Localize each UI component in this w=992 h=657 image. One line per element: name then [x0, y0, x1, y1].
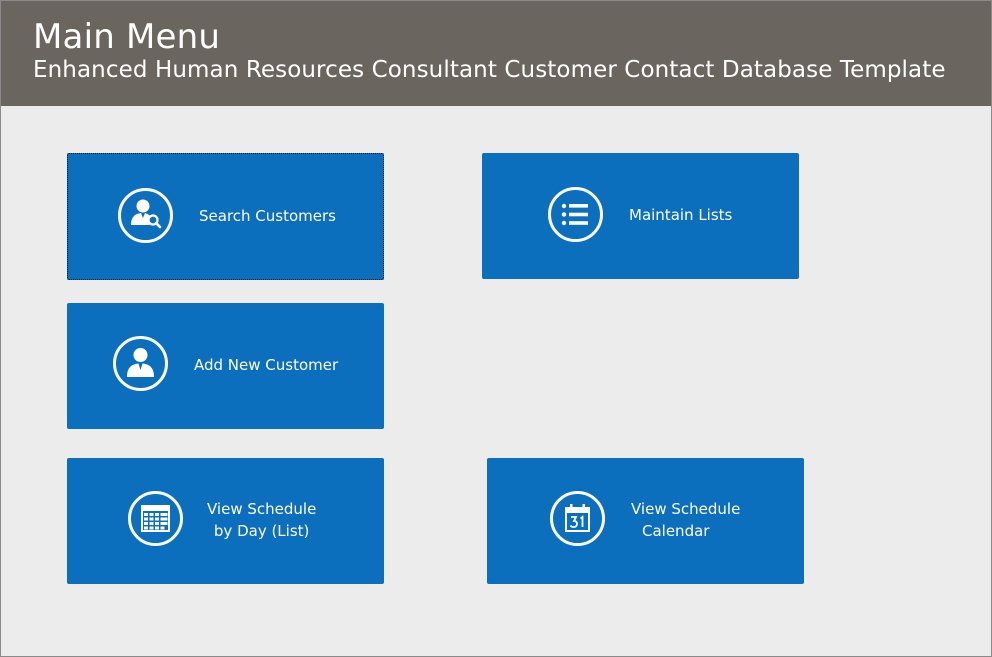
add-new-customer-button[interactable]: Add New Customer: [67, 303, 384, 429]
view-schedule-by-day-button[interactable]: View Schedule by Day (List): [67, 458, 384, 584]
list-icon: [548, 187, 603, 242]
view-schedule-calendar-label: View Schedule Calendar: [631, 498, 740, 542]
view-schedule-calendar-line1: View Schedule: [631, 500, 741, 518]
add-new-customer-label: Add New Customer: [194, 356, 339, 374]
view-schedule-calendar-line2: Calendar: [642, 522, 710, 540]
view-schedule-by-day-line1: View Schedule: [207, 500, 317, 518]
maintain-lists-button[interactable]: Maintain Lists: [482, 153, 799, 279]
calendar-grid-icon: [128, 491, 183, 546]
maintain-lists-label: Maintain Lists: [629, 206, 733, 224]
page-title: Main Menu: [33, 17, 221, 57]
header-banner: Main Menu Enhanced Human Resources Consu…: [1, 1, 991, 106]
search-customers-label: Search Customers: [199, 207, 336, 225]
person-search-icon: [118, 188, 173, 243]
main-menu-form: Main Menu Enhanced Human Resources Consu…: [0, 0, 992, 657]
page-subtitle: Enhanced Human Resources Consultant Cust…: [33, 57, 946, 83]
view-schedule-calendar-button[interactable]: View Schedule Calendar: [487, 458, 804, 584]
person-icon: [113, 336, 168, 391]
view-schedule-by-day-line2: by Day (List): [213, 522, 310, 540]
calendar-31-icon: [550, 491, 605, 546]
search-customers-button[interactable]: Search Customers: [67, 153, 384, 280]
view-schedule-by-day-label: View Schedule by Day (List): [207, 498, 316, 542]
